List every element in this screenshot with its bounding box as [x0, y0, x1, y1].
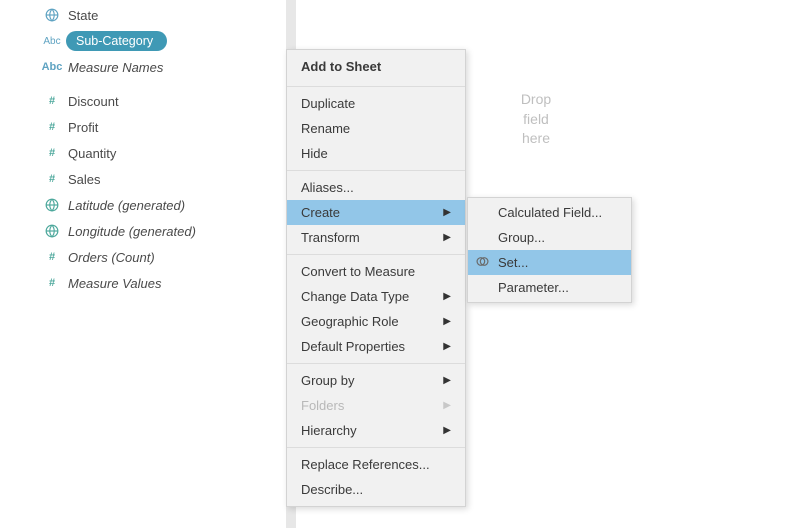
chevron-right-icon: ▶	[443, 316, 451, 327]
field-label: Quantity	[64, 146, 116, 161]
menu-separator	[287, 447, 465, 448]
menu-label: Default Properties	[301, 339, 405, 354]
menu-label: Folders	[301, 398, 344, 413]
field-profit[interactable]: # Profit	[0, 114, 280, 140]
drop-field-zone[interactable]: Drop field here	[506, 90, 566, 149]
menu-label: Duplicate	[301, 96, 355, 111]
globe-icon	[40, 198, 64, 212]
field-label: Longitude (generated)	[64, 224, 196, 239]
drop-text-line: here	[506, 129, 566, 149]
menu-label: Geographic Role	[301, 314, 399, 329]
field-latitude[interactable]: Latitude (generated)	[0, 192, 280, 218]
drop-text-line: field	[506, 110, 566, 130]
menu-folders: Folders ▶	[287, 393, 465, 418]
menu-label: Group...	[498, 230, 545, 245]
field-sales[interactable]: # Sales	[0, 166, 280, 192]
chevron-right-icon: ▶	[443, 207, 451, 218]
hash-icon: #	[40, 147, 64, 159]
field-orders-count[interactable]: # Orders (Count)	[0, 244, 280, 270]
chevron-right-icon: ▶	[443, 232, 451, 243]
menu-label: Aliases...	[301, 180, 354, 195]
menu-replace-references[interactable]: Replace References...	[287, 452, 465, 477]
field-measure-names[interactable]: Abc Measure Names	[0, 54, 280, 80]
hash-icon: #	[40, 277, 64, 289]
menu-separator	[287, 86, 465, 87]
menu-geographic-role[interactable]: Geographic Role ▶	[287, 309, 465, 334]
hash-icon: #	[40, 95, 64, 107]
menu-add-to-sheet[interactable]: Add to Sheet	[287, 50, 465, 82]
field-subcategory[interactable]: Abc Sub-Category	[0, 28, 280, 54]
field-label: Sales	[64, 172, 101, 187]
submenu-group[interactable]: Group...	[468, 225, 631, 250]
field-measure-values[interactable]: # Measure Values	[0, 270, 280, 296]
submenu-parameter[interactable]: Parameter...	[468, 275, 631, 302]
hash-icon: #	[40, 251, 64, 263]
chevron-right-icon: ▶	[443, 291, 451, 302]
chevron-right-icon: ▶	[443, 400, 451, 411]
field-label: Measure Names	[64, 60, 163, 75]
menu-label: Calculated Field...	[498, 205, 602, 220]
menu-separator	[287, 170, 465, 171]
chevron-right-icon: ▶	[443, 375, 451, 386]
field-discount[interactable]: # Discount	[0, 88, 280, 114]
drop-text-line: Drop	[506, 90, 566, 110]
menu-label: Set...	[498, 255, 528, 270]
chevron-right-icon: ▶	[443, 425, 451, 436]
field-label: Measure Values	[64, 276, 161, 291]
menu-default-properties[interactable]: Default Properties ▶	[287, 334, 465, 359]
menu-label: Rename	[301, 121, 350, 136]
menu-label: Hierarchy	[301, 423, 357, 438]
abc-icon: Abc	[40, 36, 64, 47]
menu-separator	[287, 254, 465, 255]
menu-hide[interactable]: Hide	[287, 141, 465, 166]
menu-label: Describe...	[301, 482, 363, 497]
field-label: Latitude (generated)	[64, 198, 185, 213]
menu-aliases[interactable]: Aliases...	[287, 175, 465, 200]
menu-create[interactable]: Create ▶	[287, 200, 465, 225]
field-label: State	[64, 8, 98, 23]
abc-icon: Abc	[40, 61, 64, 73]
globe-icon	[40, 224, 64, 238]
menu-convert-to-measure[interactable]: Convert to Measure	[287, 259, 465, 284]
field-label: Orders (Count)	[64, 250, 155, 265]
menu-label: Create	[301, 205, 340, 220]
menu-hierarchy[interactable]: Hierarchy ▶	[287, 418, 465, 443]
submenu-calculated-field[interactable]: Calculated Field...	[468, 198, 631, 225]
field-longitude[interactable]: Longitude (generated)	[0, 218, 280, 244]
menu-label: Convert to Measure	[301, 264, 415, 279]
menu-group-by[interactable]: Group by ▶	[287, 368, 465, 393]
menu-label: Parameter...	[498, 280, 569, 295]
field-pill: Sub-Category	[66, 31, 167, 51]
field-quantity[interactable]: # Quantity	[0, 140, 280, 166]
set-icon	[476, 255, 490, 269]
field-context-menu: Add to Sheet Duplicate Rename Hide Alias…	[286, 49, 466, 507]
menu-describe[interactable]: Describe...	[287, 477, 465, 506]
submenu-set[interactable]: Set...	[468, 250, 631, 275]
field-label: Discount	[64, 94, 119, 109]
menu-label: Hide	[301, 146, 328, 161]
hash-icon: #	[40, 173, 64, 185]
data-pane: State Abc Sub-Category Abc Measure Names…	[0, 0, 280, 296]
globe-icon	[40, 8, 64, 22]
menu-rename[interactable]: Rename	[287, 116, 465, 141]
menu-label: Add to Sheet	[301, 59, 381, 74]
hash-icon: #	[40, 121, 64, 133]
chevron-right-icon: ▶	[443, 341, 451, 352]
menu-label: Transform	[301, 230, 360, 245]
menu-change-data-type[interactable]: Change Data Type ▶	[287, 284, 465, 309]
menu-label: Group by	[301, 373, 354, 388]
create-submenu: Calculated Field... Group... Set... Para…	[467, 197, 632, 303]
menu-separator	[287, 363, 465, 364]
field-state[interactable]: State	[0, 2, 280, 28]
menu-label: Change Data Type	[301, 289, 409, 304]
menu-duplicate[interactable]: Duplicate	[287, 91, 465, 116]
menu-label: Replace References...	[301, 457, 430, 472]
field-label: Profit	[64, 120, 98, 135]
menu-transform[interactable]: Transform ▶	[287, 225, 465, 250]
